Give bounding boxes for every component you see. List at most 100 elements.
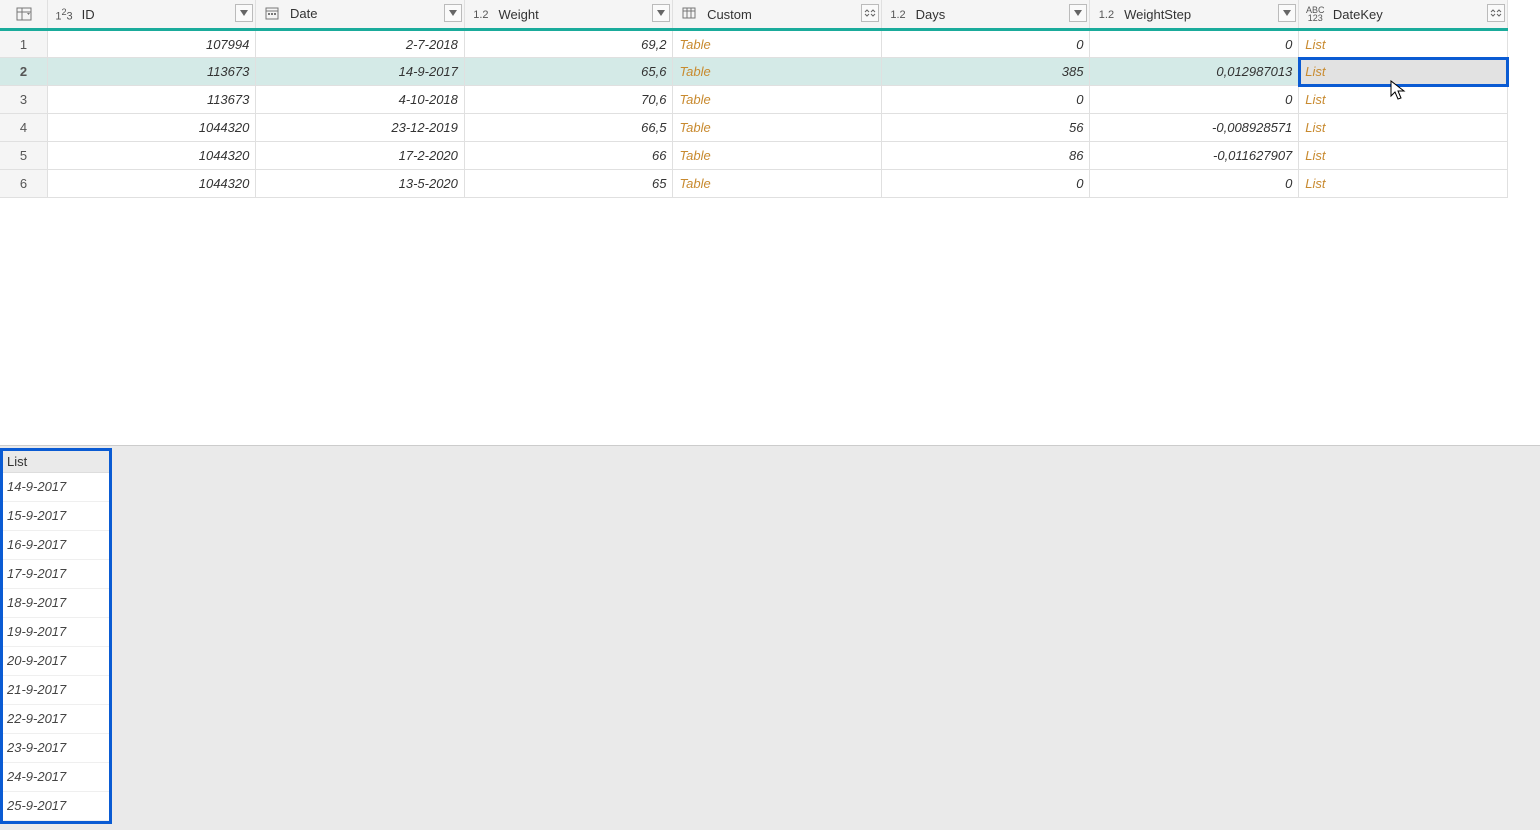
cell-datekey-link[interactable]: List [1299, 114, 1508, 142]
number-type-icon: 123 [54, 7, 74, 23]
table-type-icon [679, 7, 699, 22]
column-header-id[interactable]: 123 ID [48, 0, 256, 30]
column-label: Date [290, 7, 317, 22]
column-label: Custom [707, 7, 752, 22]
list-item[interactable]: 24-9-2017 [3, 763, 109, 792]
cell-date: 14-9-2017 [256, 58, 465, 86]
list-preview[interactable]: List 14-9-201715-9-201716-9-201717-9-201… [0, 448, 112, 824]
cell-days: 0 [882, 170, 1090, 198]
data-table: 123 ID Date 1.2 Weight Custom 1.2 [0, 0, 1508, 198]
cell-id: 113673 [48, 86, 256, 114]
decimal-type-icon: 1.2 [888, 9, 908, 21]
row-number: 3 [0, 86, 48, 114]
data-table-area: 123 ID Date 1.2 Weight Custom 1.2 [0, 0, 1540, 446]
expand-button[interactable] [861, 4, 879, 22]
cell-weightstep: -0,008928571 [1090, 114, 1299, 142]
cell-weightstep: 0 [1090, 86, 1299, 114]
cell-date: 23-12-2019 [256, 114, 465, 142]
expand-button[interactable] [1487, 4, 1505, 22]
list-item[interactable]: 19-9-2017 [3, 618, 109, 647]
cell-id: 107994 [48, 30, 256, 58]
filter-button[interactable] [235, 4, 253, 22]
filter-button[interactable] [1069, 4, 1087, 22]
cell-id: 113673 [48, 58, 256, 86]
table-select-button[interactable] [6, 0, 41, 28]
column-label: ID [82, 7, 95, 22]
table-row[interactable]: 6104432013-5-202065Table00List [0, 170, 1508, 198]
cell-days: 56 [882, 114, 1090, 142]
cell-datekey-link[interactable]: List [1299, 30, 1508, 58]
cell-weightstep: 0,012987013 [1090, 58, 1299, 86]
cell-date: 17-2-2020 [256, 142, 465, 170]
list-item[interactable]: 23-9-2017 [3, 734, 109, 763]
filter-button[interactable] [444, 4, 462, 22]
row-number: 6 [0, 170, 48, 198]
column-label: DateKey [1333, 7, 1383, 22]
cell-datekey-link[interactable]: List [1299, 170, 1508, 198]
cell-weightstep: 0 [1090, 170, 1299, 198]
filter-button[interactable] [1278, 4, 1296, 22]
cell-custom-link[interactable]: Table [673, 30, 882, 58]
column-label: Weight [499, 7, 539, 22]
column-header-datekey[interactable]: ABC123 DateKey [1299, 0, 1508, 30]
cell-id: 1044320 [48, 114, 256, 142]
list-item[interactable]: 14-9-2017 [3, 473, 109, 502]
row-number: 5 [0, 142, 48, 170]
any-type-icon: ABC123 [1305, 6, 1325, 22]
calendar-type-icon [262, 6, 282, 23]
cell-weight: 66 [464, 142, 673, 170]
cell-date: 2-7-2018 [256, 30, 465, 58]
column-header-date[interactable]: Date [256, 0, 465, 30]
row-number: 1 [0, 30, 48, 58]
cell-datekey-link[interactable]: List [1299, 142, 1508, 170]
cell-custom-link[interactable]: Table [673, 58, 882, 86]
cell-days: 0 [882, 30, 1090, 58]
cell-days: 385 [882, 58, 1090, 86]
cell-custom-link[interactable]: Table [673, 114, 882, 142]
column-label: WeightStep [1124, 7, 1191, 22]
cell-custom-link[interactable]: Table [673, 170, 882, 198]
row-number: 4 [0, 114, 48, 142]
list-item[interactable]: 15-9-2017 [3, 502, 109, 531]
cell-custom-link[interactable]: Table [673, 86, 882, 114]
table-row[interactable]: 5104432017-2-202066Table86-0,011627907Li… [0, 142, 1508, 170]
cell-custom-link[interactable]: Table [673, 142, 882, 170]
list-item[interactable]: 16-9-2017 [3, 531, 109, 560]
cell-days: 86 [882, 142, 1090, 170]
cell-datekey-link[interactable]: List [1299, 58, 1508, 86]
cell-weight: 66,5 [464, 114, 673, 142]
decimal-type-icon: 1.2 [471, 9, 491, 21]
column-label: Days [916, 7, 946, 22]
filter-button[interactable] [652, 4, 670, 22]
cell-weight: 65,6 [464, 58, 673, 86]
list-item[interactable]: 18-9-2017 [3, 589, 109, 618]
table-row[interactable]: 11079942-7-201869,2Table00List [0, 30, 1508, 58]
column-header-days[interactable]: 1.2 Days [882, 0, 1090, 30]
cell-weightstep: 0 [1090, 30, 1299, 58]
row-number: 2 [0, 58, 48, 86]
table-row[interactable]: 31136734-10-201870,6Table00List [0, 86, 1508, 114]
column-header-weight[interactable]: 1.2 Weight [464, 0, 673, 30]
cell-date: 4-10-2018 [256, 86, 465, 114]
list-item[interactable]: 22-9-2017 [3, 705, 109, 734]
cell-id: 1044320 [48, 170, 256, 198]
list-item[interactable]: 21-9-2017 [3, 676, 109, 705]
cell-weight: 70,6 [464, 86, 673, 114]
list-item[interactable]: 17-9-2017 [3, 560, 109, 589]
cell-weight: 65 [464, 170, 673, 198]
column-header-weightstep[interactable]: 1.2 WeightStep [1090, 0, 1299, 30]
column-header-custom[interactable]: Custom [673, 0, 882, 30]
cell-date: 13-5-2020 [256, 170, 465, 198]
cell-datekey-link[interactable]: List [1299, 86, 1508, 114]
list-item[interactable]: 20-9-2017 [3, 647, 109, 676]
list-preview-header: List [3, 451, 109, 473]
cell-weight: 69,2 [464, 30, 673, 58]
list-item[interactable]: 25-9-2017 [3, 792, 109, 821]
cell-weightstep: -0,011627907 [1090, 142, 1299, 170]
table-row[interactable]: 4104432023-12-201966,5Table56-0,00892857… [0, 114, 1508, 142]
decimal-type-icon: 1.2 [1096, 9, 1116, 21]
cell-days: 0 [882, 86, 1090, 114]
cell-id: 1044320 [48, 142, 256, 170]
preview-pane: List 14-9-201715-9-201716-9-201717-9-201… [0, 446, 1540, 830]
table-row[interactable]: 211367314-9-201765,6Table3850,012987013L… [0, 58, 1508, 86]
